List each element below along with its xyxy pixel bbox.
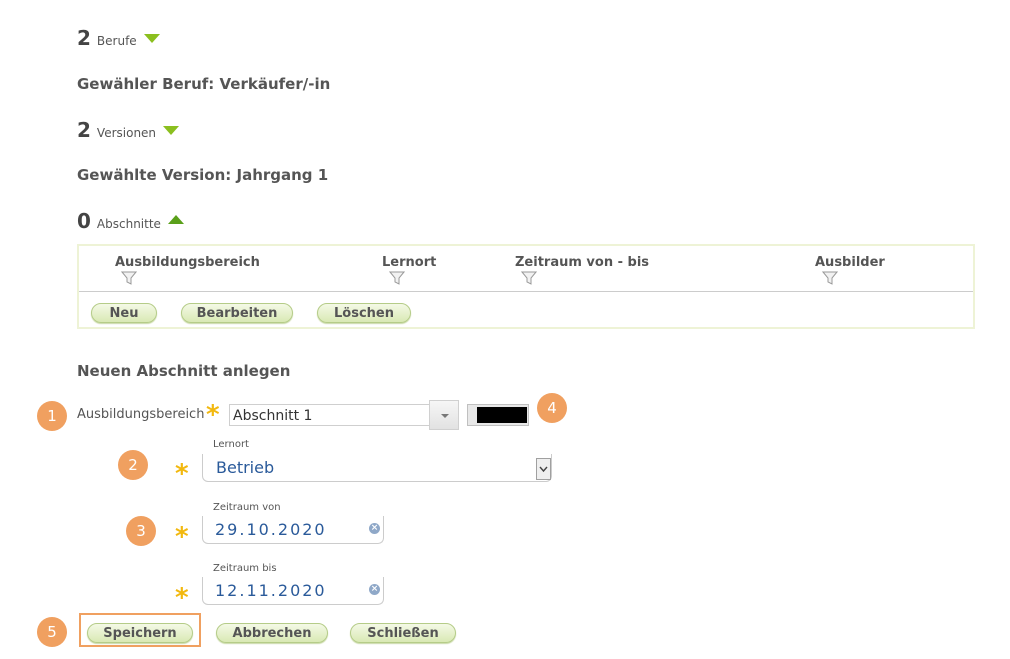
lernort-label: Lernort	[213, 439, 249, 450]
required-marker: *	[175, 522, 189, 552]
zeitraum-von-value: 29.10.2020	[215, 520, 327, 539]
clear-icon[interactable]: ×	[369, 584, 380, 595]
clear-icon[interactable]: ×	[369, 523, 380, 534]
color-picker[interactable]	[467, 404, 529, 426]
berufe-summary: 2 Berufe	[77, 26, 160, 50]
delete-button[interactable]: Löschen	[317, 303, 411, 323]
chevron-down-icon[interactable]	[536, 458, 551, 480]
new-button[interactable]: Neu	[91, 303, 157, 323]
selected-version-heading: Gewählte Version: Jahrgang 1	[77, 166, 329, 184]
ausbildungsbereich-dropdown-button[interactable]	[429, 400, 459, 430]
filter-icon[interactable]	[121, 270, 137, 286]
column-header-lernort[interactable]: Lernort	[382, 255, 436, 270]
zeitraum-von-label: Zeitraum von	[213, 502, 281, 513]
column-header-ausbildungsbereich[interactable]: Ausbildungsbereich	[115, 255, 260, 270]
versionen-label: Versionen	[96, 126, 157, 140]
ausbildungsbereich-combobox[interactable]: Abschnitt 1	[229, 404, 429, 426]
zeitraum-bis-field[interactable]: 12.11.2020 ×	[202, 577, 384, 605]
zeitraum-von-field[interactable]: 29.10.2020 ×	[202, 516, 384, 544]
edit-button[interactable]: Bearbeiten	[181, 303, 293, 323]
color-swatch	[477, 407, 527, 423]
expand-berufe-icon[interactable]	[143, 34, 160, 43]
table-divider	[79, 291, 973, 292]
abschnitte-table: Ausbildungsbereich Lernort Zeitraum von …	[77, 244, 975, 329]
annotation-badge: 4	[537, 393, 567, 423]
required-marker: *	[206, 400, 220, 430]
filter-icon[interactable]	[521, 270, 537, 286]
versionen-summary: 2 Versionen	[77, 118, 180, 142]
save-button[interactable]: Speichern	[87, 623, 193, 643]
berufe-count: 2	[77, 26, 91, 50]
abschnitte-summary: 0 Abschnitte	[77, 209, 184, 233]
ausbildungsbereich-value: Abschnitt 1	[233, 408, 313, 424]
close-button[interactable]: Schließen	[350, 623, 456, 643]
lernort-select[interactable]: Betrieb	[202, 454, 552, 482]
lernort-value: Betrieb	[216, 458, 275, 477]
annotation-badge: 2	[118, 450, 148, 480]
column-header-ausbilder[interactable]: Ausbilder	[815, 255, 885, 270]
form-title: Neuen Abschnitt anlegen	[77, 362, 291, 380]
filter-icon[interactable]	[822, 270, 838, 286]
abschnitte-label: Abschnitte	[96, 217, 161, 231]
annotation-badge: 3	[126, 516, 156, 546]
zeitraum-bis-label: Zeitraum bis	[213, 563, 277, 574]
collapse-abschnitte-icon[interactable]	[167, 215, 184, 224]
abschnitte-count: 0	[77, 209, 91, 233]
chevron-down-icon	[441, 414, 449, 418]
expand-versionen-icon[interactable]	[163, 126, 180, 135]
cancel-button[interactable]: Abbrechen	[216, 623, 328, 643]
berufe-label: Berufe	[96, 34, 137, 48]
required-marker: *	[175, 459, 189, 489]
filter-icon[interactable]	[389, 270, 405, 286]
required-marker: *	[175, 583, 189, 613]
annotation-badge: 1	[37, 401, 67, 431]
selected-beruf-heading: Gewähler Beruf: Verkäufer/-in	[77, 75, 331, 93]
ausbildungsbereich-label: Ausbildungsbereich	[77, 407, 205, 422]
annotation-badge: 5	[37, 617, 67, 647]
column-header-zeitraum[interactable]: Zeitraum von - bis	[515, 255, 649, 270]
zeitraum-bis-value: 12.11.2020	[215, 581, 327, 600]
versionen-count: 2	[77, 118, 91, 142]
